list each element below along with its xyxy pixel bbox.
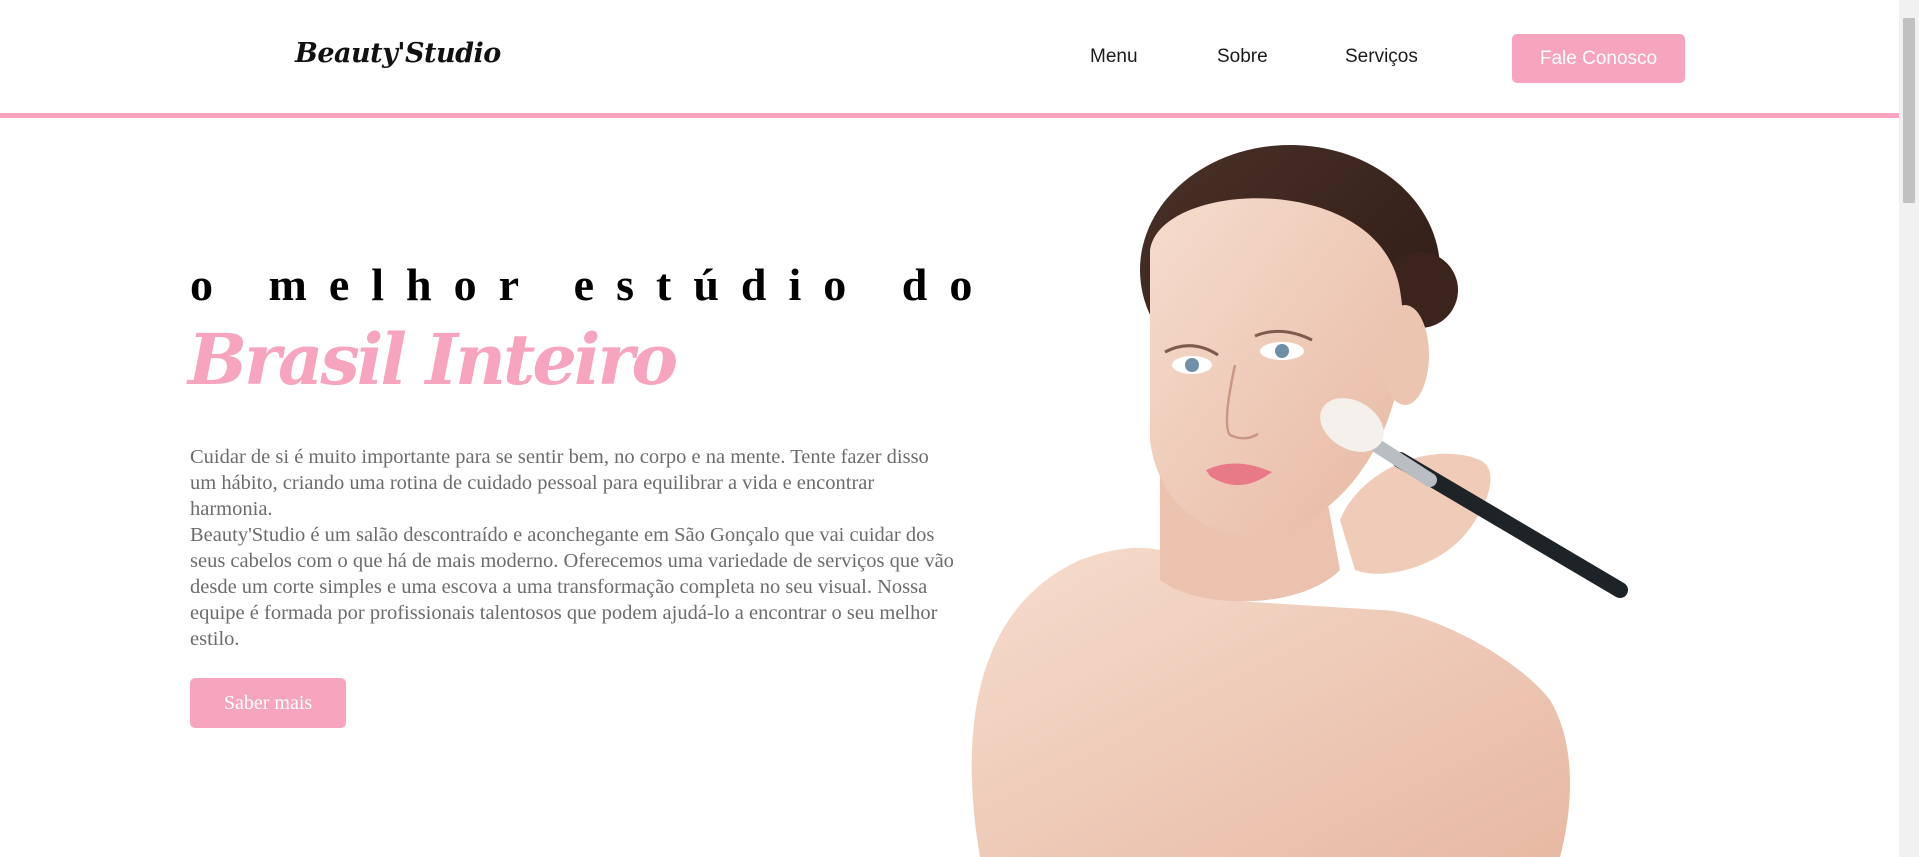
nav-link-sobre[interactable]: Sobre bbox=[1217, 46, 1268, 68]
brand-logo[interactable]: Beauty'Studio bbox=[295, 38, 501, 69]
nav-link-servicos[interactable]: Serviços bbox=[1345, 46, 1418, 68]
hero-paragraph-1: Cuidar de si é muito importante para se … bbox=[190, 446, 929, 520]
site-header: Beauty'Studio Menu Sobre Serviços Fale C… bbox=[0, 0, 1899, 118]
page: Beauty'Studio Menu Sobre Serviços Fale C… bbox=[0, 0, 1899, 857]
vertical-scrollbar[interactable] bbox=[1899, 0, 1919, 857]
hero-accent-title: Brasil Inteiro bbox=[188, 318, 678, 401]
nav-link-menu[interactable]: Menu bbox=[1090, 46, 1138, 68]
learn-more-button[interactable]: Saber mais bbox=[190, 678, 346, 728]
hero-paragraph-2: Beauty'Studio é um salão descontraído e … bbox=[190, 524, 954, 650]
contact-button[interactable]: Fale Conosco bbox=[1512, 34, 1685, 83]
hero-description: Cuidar de si é muito importante para se … bbox=[190, 444, 960, 652]
scrollbar-thumb[interactable] bbox=[1903, 18, 1915, 203]
model-portrait-image bbox=[971, 145, 1628, 857]
hero-title: o melhor estúdio do bbox=[190, 259, 995, 310]
